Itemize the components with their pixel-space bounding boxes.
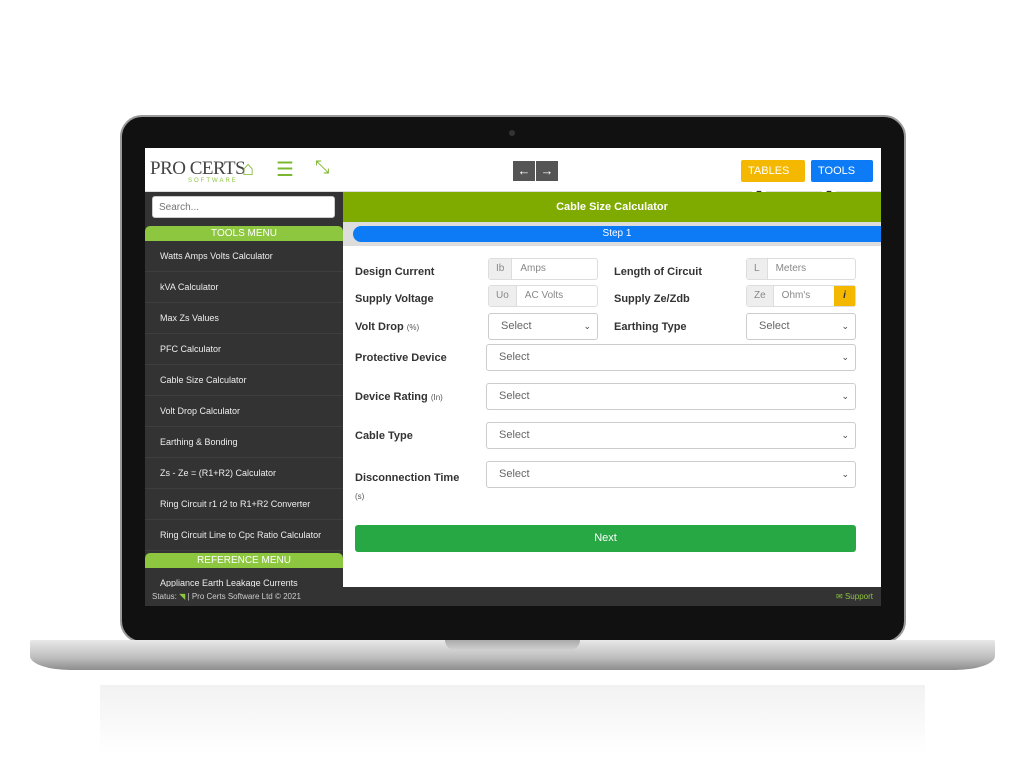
label-text: Device Rating [355,391,428,403]
supply-voltage-input[interactable]: Uo AC Volts [488,285,598,307]
search-input[interactable] [152,196,335,218]
cable-type-label: Cable Type [355,430,413,442]
placeholder: Ohm's [781,290,811,301]
prefix: Uo [489,286,517,306]
reference-menu-header: REFERENCE MENU [145,553,343,568]
laptop-notch [445,640,580,650]
device-rating-select[interactable]: Select ⌄ [486,383,856,410]
next-button[interactable]: Next [355,525,856,552]
back-button[interactable]: ← [513,161,535,181]
device-rating-label: Device Rating (In) [355,391,443,403]
chevron-down-icon: ⌄ [583,321,591,331]
tools-menu-header: TOOLS MENU [145,226,343,241]
chevron-down-icon: ⌄ [841,430,849,440]
progress-strip: Step 1 [343,222,881,246]
info-icon[interactable]: i [834,286,855,306]
earthing-type-label: Earthing Type [614,321,687,333]
placeholder: Meters [775,263,807,274]
tools-label: TOOLS [818,165,856,177]
copyright: | Pro Certs Software Ltd © 2021 [187,592,301,601]
webcam [509,130,515,136]
value: Select [499,390,530,402]
chevron-down-icon: ⌄ [841,352,849,362]
supply-voltage-label: Supply Voltage [355,293,434,305]
earthing-type-select[interactable]: Select ⌄ [746,313,856,340]
sidebar-item[interactable]: PFC Calculator [145,334,343,365]
footer: Status: ◥ | Pro Certs Software Ltd © 202… [145,587,881,606]
sidebar-item[interactable]: Ring Circuit Line to Cpc Ratio Calculato… [145,520,343,551]
logo-subtext: SOFTWARE [188,178,238,184]
volt-drop-select[interactable]: Select ⌄ [488,313,598,340]
tables-label: TABLES [748,165,790,177]
menu-icon[interactable]: ☰ [276,157,294,182]
expand-icon[interactable]: ⤡ [315,157,329,178]
home-icon[interactable]: ⌂ [242,158,254,181]
value: Select [501,320,532,332]
logo-text: PRO CERTS [150,158,246,179]
support-label: Support [844,592,873,601]
sidebar-item[interactable]: Max Zs Values [145,303,343,334]
protective-device-select[interactable]: Select ⌄ [486,344,856,371]
design-current-input[interactable]: Ib Amps [488,258,598,280]
design-current-label: Design Current [355,266,435,278]
prefix: Ze [747,286,774,306]
protective-device-label: Protective Device [355,352,447,364]
wifi-icon: ◥ [179,592,186,601]
cable-type-select[interactable]: Select ⌄ [486,422,856,449]
tables-dropdown[interactable]: TABLES▼ [741,160,805,200]
supply-ze-input[interactable]: Ze Ohm's i [746,285,856,307]
placeholder: Amps [520,263,546,274]
length-label: Length of Circuit [614,266,702,278]
value: Select [759,320,790,332]
label-text: Disconnection Time [355,472,460,484]
value: Select [499,429,530,441]
page-title: Cable Size Calculator [343,192,881,222]
chevron-down-icon: ⌄ [841,469,849,479]
unit: (%) [406,323,420,332]
logo: PRO CERTS SOFTWARE [150,158,246,184]
sidebar-item[interactable]: Earthing & Bonding [145,427,343,458]
unit: (In) [430,393,443,402]
step-indicator: Step 1 [353,226,881,242]
sidebar-item[interactable]: Zs - Ze = (R1+R2) Calculator [145,458,343,489]
volt-drop-label: Volt Drop (%) [355,321,419,333]
chevron-down-icon: ⌄ [841,321,849,331]
forward-button[interactable]: → [536,161,558,181]
supply-ze-label: Supply Ze/Zdb [614,293,690,305]
length-input[interactable]: L Meters [746,258,856,280]
disconnection-time-select[interactable]: Select ⌄ [486,461,856,488]
label-text: Volt Drop [355,321,404,333]
chevron-down-icon: ⌄ [841,391,849,401]
prefix: Ib [489,259,513,279]
sidebar-item[interactable]: Volt Drop Calculator [145,396,343,427]
sidebar-item[interactable]: Cable Size Calculator [145,365,343,396]
sidebar: TOOLS MENU Watts Amps Volts Calculator k… [145,192,343,599]
value: Select [499,351,530,363]
prefix: L [747,259,768,279]
status-label: Status: [152,592,177,601]
sidebar-item[interactable]: Watts Amps Volts Calculator [145,241,343,272]
main-panel: Cable Size Calculator Step 1 Design Curr… [343,192,881,587]
unit: (s) [355,492,365,501]
sidebar-item[interactable]: kVA Calculator [145,272,343,303]
reflection [100,685,925,755]
value: Select [499,468,530,480]
app-screen: PRO CERTSSOFTWARE ⌂ ☰ ⤡ ←→ TABLES▼ TOOLS… [145,148,881,606]
tools-dropdown[interactable]: TOOLS▼ [811,160,873,200]
support-link[interactable]: ✉ Support [836,587,873,606]
mail-icon: ✉ [836,592,843,601]
sidebar-item[interactable]: Ring Circuit r1 r2 to R1+R2 Converter [145,489,343,520]
placeholder: AC Volts [524,290,564,301]
disconnection-time-label: Disconnection Time (s) [355,469,459,506]
header: PRO CERTSSOFTWARE ⌂ ☰ ⤡ ←→ TABLES▼ TOOLS… [145,148,881,200]
